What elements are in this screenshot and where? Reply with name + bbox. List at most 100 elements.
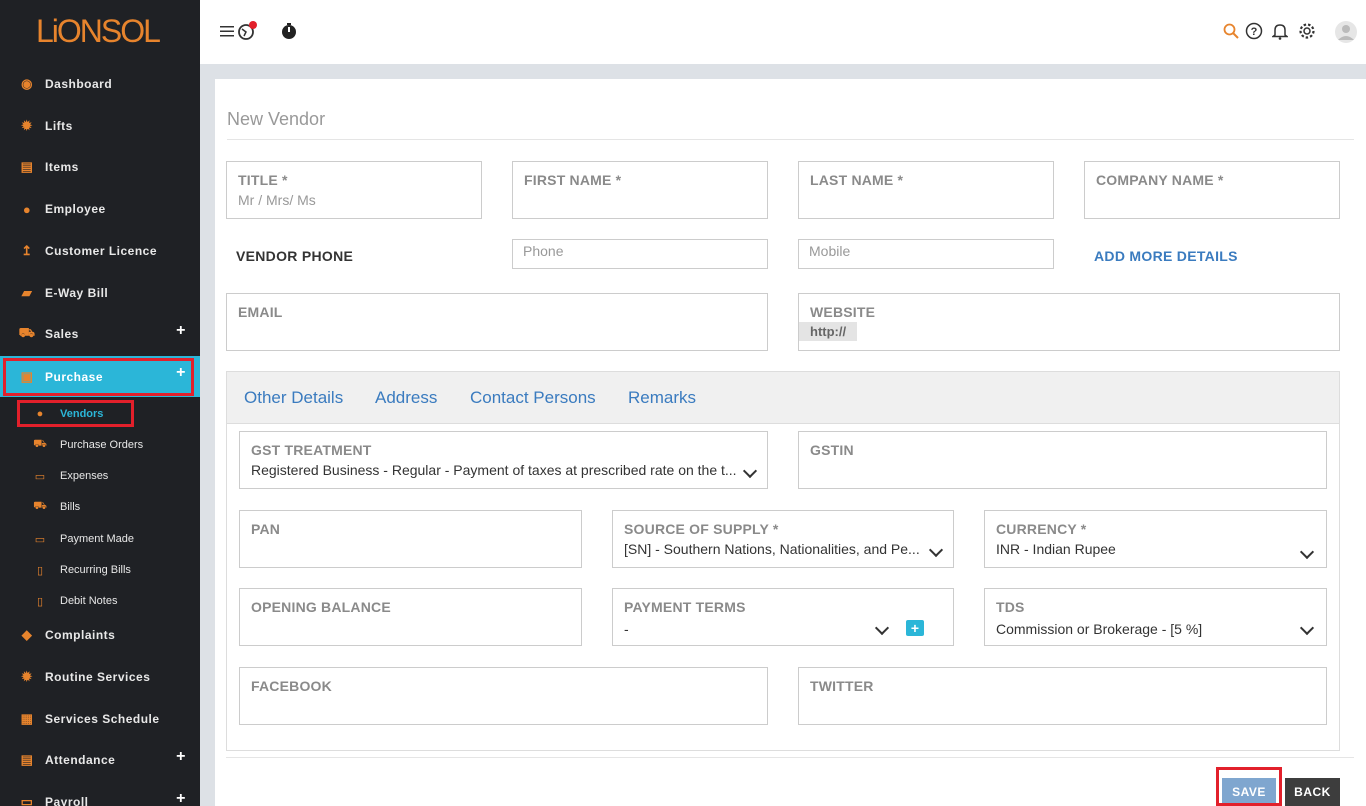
brand-logo-icon: LiONSOL: [36, 14, 162, 49]
money-icon: ▭: [20, 794, 34, 806]
source-of-supply-value: [SN] - Southern Nations, Nationalities, …: [624, 541, 920, 557]
field-label: TWITTER: [810, 678, 874, 694]
sidebar-item-attendance[interactable]: ▤ Attendance +: [0, 740, 200, 780]
timer-icon[interactable]: [278, 20, 300, 42]
sidebar-item-label: Routine Services: [45, 670, 151, 684]
tab-remarks[interactable]: Remarks: [628, 388, 696, 408]
cart-icon: ⛟: [33, 438, 47, 450]
user-icon: ●: [22, 201, 32, 217]
chevron-down-icon: [928, 542, 944, 558]
expand-plus-icon[interactable]: +: [176, 790, 186, 806]
pan-field[interactable]: PAN: [239, 510, 582, 568]
sidebar-item-routine-services[interactable]: ✹ Routine Services: [0, 657, 200, 697]
globe-notification-icon[interactable]: [236, 20, 258, 42]
page-title: New Vendor: [227, 109, 326, 129]
sidebar-item-services-schedule[interactable]: ▦ Services Schedule: [0, 699, 200, 739]
sidebar-subitem-expenses[interactable]: ▭ Expenses: [0, 463, 200, 489]
sidebar-item-label: Attendance: [45, 753, 116, 767]
company-name-field[interactable]: COMPANY NAME *: [1084, 161, 1340, 219]
website-prefix-tag: http://: [799, 322, 858, 341]
tab-contact-persons[interactable]: Contact Persons: [470, 388, 596, 408]
chevron-down-icon: [742, 463, 758, 479]
twitter-field[interactable]: TWITTER: [798, 667, 1327, 725]
sidebar-item-dashboard[interactable]: ◉ Dashboard: [0, 64, 200, 104]
email-field[interactable]: EMAIL: [226, 293, 768, 351]
cart-icon: ⛟: [33, 500, 47, 512]
field-label: GSTIN: [810, 442, 854, 458]
expand-plus-icon[interactable]: +: [176, 748, 186, 766]
avatar[interactable]: [1334, 20, 1358, 44]
field-label: EMAIL: [238, 304, 283, 320]
field-label: FACEBOOK: [251, 678, 332, 694]
first-name-field[interactable]: FIRST NAME *: [512, 161, 768, 219]
expand-plus-icon[interactable]: +: [176, 322, 186, 340]
settings-gear-icon[interactable]: [1296, 20, 1318, 42]
tds-value: Commission or Brokerage - [5 %]: [996, 621, 1203, 637]
hamburger-menu-icon[interactable]: [216, 20, 238, 42]
title-field[interactable]: TITLE * Mr / Mrs/ Ms: [226, 161, 482, 219]
bell-icon[interactable]: [1269, 20, 1291, 42]
tab-address[interactable]: Address: [375, 388, 437, 408]
field-label: PAN: [251, 521, 281, 537]
highlight-box: [1216, 767, 1282, 806]
highlight-box: [17, 400, 134, 427]
sidebar-subitem-payment-made[interactable]: ▭ Payment Made: [0, 526, 200, 552]
sidebar-item-label: Payroll: [45, 795, 89, 806]
sidebar-item-label: Customer Licence: [45, 244, 158, 258]
sidebar-subitem-debit-notes[interactable]: ▯ Debit Notes: [0, 588, 200, 614]
payment-terms-select[interactable]: PAYMENT TERMS - +: [612, 588, 954, 646]
file-icon: ▯: [36, 595, 44, 608]
sidebar-subitem-purchase-orders[interactable]: ⛟ Purchase Orders: [0, 432, 200, 458]
facebook-field[interactable]: FACEBOOK: [239, 667, 768, 725]
dashboard-icon: ◉: [21, 76, 33, 91]
svg-text:?: ?: [1251, 26, 1258, 38]
source-of-supply-select[interactable]: SOURCE OF SUPPLY * [SN] - Southern Natio…: [612, 510, 954, 568]
sidebar-item-employee[interactable]: ● Employee: [0, 189, 200, 229]
sidebar-item-label: Complaints: [45, 628, 116, 642]
chevron-down-icon: [1299, 544, 1315, 560]
gst-treatment-select[interactable]: GST TREATMENT Registered Business - Regu…: [239, 431, 768, 489]
sidebar-item-items[interactable]: ▤ Items: [0, 147, 200, 187]
chevron-down-icon: [1299, 620, 1315, 636]
payment-terms-value: -: [624, 621, 629, 637]
field-label: GST TREATMENT: [251, 442, 372, 458]
add-more-details-link[interactable]: ADD MORE DETAILS: [1094, 248, 1238, 264]
logo[interactable]: LiONSOL: [0, 0, 200, 64]
help-icon[interactable]: ?: [1243, 20, 1265, 42]
sidebar-item-lifts[interactable]: ✹ Lifts: [0, 106, 200, 146]
sidebar-subitem-bills[interactable]: ⛟ Bills: [0, 494, 200, 520]
sidebar-item-eway-bill[interactable]: ▰ E-Way Bill: [0, 273, 200, 313]
sidebar-item-label: Services Schedule: [45, 712, 160, 726]
sidebar-item-sales[interactable]: ⛟ Sales +: [0, 314, 200, 354]
sidebar-subitem-label: Debit Notes: [60, 595, 118, 607]
add-payment-term-button[interactable]: +: [906, 620, 924, 636]
last-name-field[interactable]: LAST NAME *: [798, 161, 1054, 219]
phone-input[interactable]: Phone: [512, 239, 768, 269]
tabs-header: Other Details Address Contact Persons Re…: [227, 372, 1339, 424]
cart-icon: ⛟: [18, 325, 36, 340]
topbar: ?: [200, 0, 1366, 64]
opening-balance-field[interactable]: OPENING BALANCE: [239, 588, 582, 646]
website-field[interactable]: WEBSITE http://: [798, 293, 1340, 351]
archive-icon: ▤: [20, 159, 34, 174]
tab-other-details[interactable]: Other Details: [244, 388, 343, 408]
sidebar-item-label: Lifts: [45, 119, 73, 133]
mobile-input[interactable]: Mobile: [798, 239, 1054, 269]
highlight-box: [3, 358, 194, 396]
field-label: FIRST NAME *: [524, 172, 622, 188]
sidebar-subitem-recurring-bills[interactable]: ▯ Recurring Bills: [0, 557, 200, 583]
sidebar-item-payroll[interactable]: ▭ Payroll +: [0, 782, 200, 806]
search-icon[interactable]: [1220, 20, 1242, 42]
sidebar-subitem-label: Purchase Orders: [60, 439, 144, 451]
currency-select[interactable]: CURRENCY * INR - Indian Rupee: [984, 510, 1327, 568]
sidebar-item-complaints[interactable]: ◆ Complaints: [0, 615, 200, 655]
truck-icon: ▰: [21, 285, 33, 300]
sidebar-subitem-label: Expenses: [60, 470, 109, 482]
gstin-field[interactable]: GSTIN: [798, 431, 1327, 489]
archive-icon: ▤: [20, 752, 34, 767]
sidebar-item-customer-licence[interactable]: ↥ Customer Licence: [0, 231, 200, 271]
divider: [226, 757, 1354, 758]
tds-select[interactable]: TDS Commission or Brokerage - [5 %]: [984, 588, 1327, 646]
back-button[interactable]: BACK: [1285, 778, 1340, 806]
sidebar-item-label: Employee: [45, 202, 106, 216]
